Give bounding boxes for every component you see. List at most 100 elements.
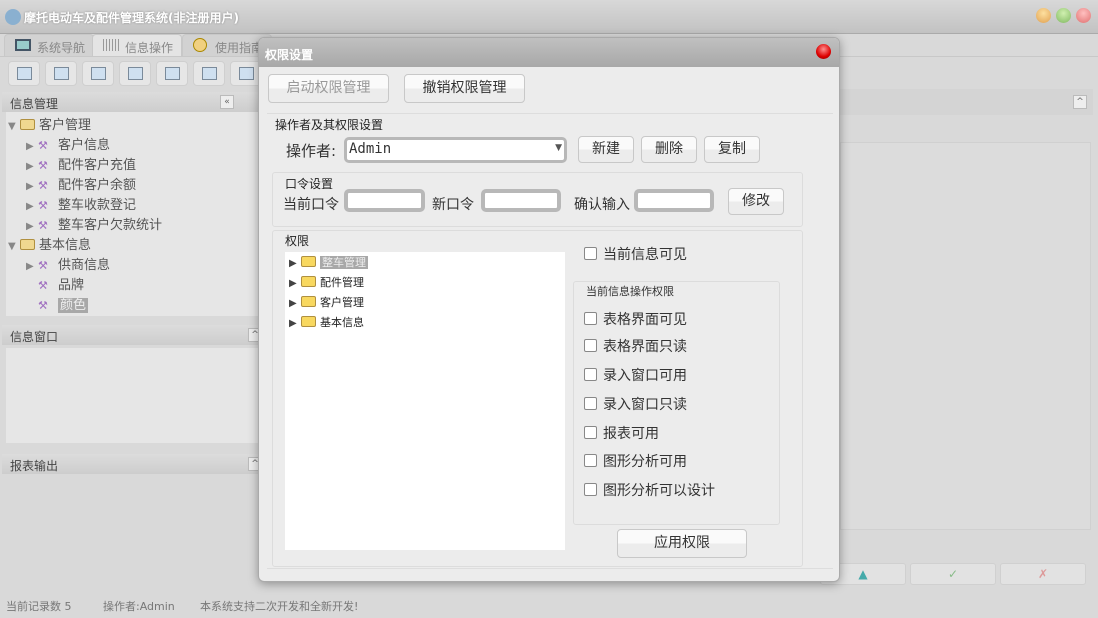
tree-item[interactable]: ⚒ 品牌 (26, 274, 84, 294)
tree-item[interactable]: ▶ ⚒ 配件客户充值 (26, 154, 136, 174)
checkbox-label: 报表可用 (603, 426, 659, 442)
password-group-label: 口令设置 (285, 177, 334, 191)
checkbox[interactable] (584, 483, 597, 496)
collapse-left-button[interactable]: « (220, 95, 234, 109)
folder-icon (301, 256, 316, 267)
folder-icon (20, 119, 35, 130)
tree-label: 配件客户余额 (58, 178, 137, 193)
tools-icon: ⚒ (38, 139, 48, 152)
nav-tree: ▼ 客户管理 ▶ ⚒ 客户信息 ▶ ⚒ 配件客户充值 ▶ ⚒ 配件客户余额 ▶ ⚒ 整车收款登记 ▶ ⚒ 整车客… (6, 112, 258, 316)
checkbox[interactable] (584, 368, 597, 381)
confirm-password-label: 确认输入 (574, 197, 630, 213)
checkbox[interactable] (584, 312, 597, 325)
collapse-arrow-icon[interactable]: ▶ (26, 221, 38, 232)
tree-folder[interactable]: ▼ 客户管理 (8, 114, 91, 134)
close-button[interactable] (1076, 8, 1091, 23)
checkbox-label: 图形分析可用 (603, 454, 687, 470)
checkbox[interactable] (584, 339, 597, 352)
permission-checkbox[interactable]: 表格界面只读 (584, 336, 687, 356)
data-grid-area (840, 142, 1091, 530)
modify-button[interactable]: 修改 (728, 188, 784, 215)
expand-arrow-icon[interactable]: ▼ (8, 241, 20, 252)
minimize-button[interactable] (1036, 8, 1051, 23)
collapse-arrow-icon[interactable]: ▶ (26, 201, 38, 212)
collapse-right-button[interactable]: ^ (1073, 95, 1087, 109)
permission-checkbox[interactable]: 图形分析可用 (584, 451, 687, 471)
checkbox-label: 表格界面可见 (603, 312, 687, 328)
collapse-arrow-icon[interactable]: ▶ (26, 261, 38, 272)
checkbox[interactable] (584, 454, 597, 467)
expand-arrow-icon[interactable]: ▶ (289, 278, 301, 289)
delete-button[interactable]: 删除 (641, 136, 697, 163)
operator-select[interactable]: Admin ▼ (344, 137, 567, 163)
revoke-permission-button[interactable]: 撤销权限管理 (404, 74, 525, 103)
toolbar-list-button[interactable] (45, 61, 77, 86)
ops-group-label: 当前信息操作权限 (586, 285, 674, 298)
confirm-password-input[interactable] (634, 189, 714, 212)
help-icon (193, 38, 207, 52)
tree-label: 基本信息 (320, 316, 364, 329)
tree-folder[interactable]: ▼ 基本信息 (8, 234, 91, 254)
folder-icon (301, 296, 316, 307)
checkbox-label: 录入窗口可用 (603, 368, 687, 384)
checkbox[interactable] (584, 397, 597, 410)
new-button[interactable]: 新建 (578, 136, 634, 163)
checkbox-label: 录入窗口只读 (603, 397, 687, 413)
confirm-button[interactable]: ✓ (910, 563, 996, 585)
toolbar-window-button[interactable] (156, 61, 188, 86)
perm-tree-folder[interactable]: ▶ 配件管理 (289, 274, 364, 294)
expand-arrow-icon[interactable]: ▶ (289, 318, 301, 329)
permission-group-label: 权限 (285, 234, 310, 248)
operator-value: Admin (349, 141, 392, 157)
print-icon (239, 67, 254, 80)
permission-checkbox[interactable]: 录入窗口可用 (584, 365, 687, 385)
cancel-button[interactable]: ✗ (1000, 563, 1086, 585)
tree-item[interactable]: ▶ ⚒ 供商信息 (26, 254, 110, 274)
perm-tree-folder[interactable]: ▶ 整车管理 (289, 254, 368, 274)
tree-item[interactable]: ▶ ⚒ 客户信息 (26, 134, 110, 154)
expand-arrow-icon[interactable]: ▶ (289, 258, 301, 269)
visible-checkbox[interactable]: 当前信息可见 (584, 244, 687, 264)
checkbox[interactable] (584, 426, 597, 439)
right-panel-header (840, 89, 1093, 115)
tab-label: 信息操作 (125, 41, 174, 55)
toolbar-search-button[interactable] (8, 61, 40, 86)
tree-item[interactable]: ▶ ⚒ 整车客户欠款统计 (26, 214, 162, 234)
checkbox-label: 图形分析可以设计 (603, 483, 715, 499)
current-password-input[interactable] (344, 189, 425, 212)
tree-item[interactable]: ▶ ⚒ 整车收款登记 (26, 194, 136, 214)
new-password-input[interactable] (481, 189, 561, 212)
tab-info-ops[interactable]: 信息操作 (92, 34, 183, 56)
tree-label: 供商信息 (58, 258, 111, 273)
collapse-arrow-icon[interactable]: ▶ (26, 141, 38, 152)
list-icon (54, 67, 69, 80)
perm-tree-folder[interactable]: ▶ 客户管理 (289, 294, 364, 314)
new-password-label: 新口令 (432, 197, 474, 213)
folder-icon (301, 316, 316, 327)
expand-arrow-icon[interactable]: ▶ (289, 298, 301, 309)
permission-checkbox[interactable]: 录入窗口只读 (584, 394, 687, 414)
apply-permission-button[interactable]: 应用权限 (617, 529, 747, 558)
app-title: 摩托电动车及配件管理系统(非注册用户) (24, 11, 239, 25)
toolbar-user-button[interactable] (119, 61, 151, 86)
collapse-arrow-icon[interactable]: ▶ (26, 161, 38, 172)
tab-system-nav[interactable]: 系统导航 (4, 34, 95, 56)
permission-checkbox[interactable]: 报表可用 (584, 423, 659, 443)
window-icon (165, 67, 180, 80)
expand-arrow-icon[interactable]: ▼ (8, 121, 20, 132)
copy-button[interactable]: 复制 (704, 136, 760, 163)
tree-item[interactable]: ⚒ 颜色 (26, 294, 89, 314)
perm-tree-folder[interactable]: ▶ 基本信息 (289, 314, 364, 334)
maximize-button[interactable] (1056, 8, 1071, 23)
start-permission-button[interactable]: 启动权限管理 (268, 74, 389, 103)
permission-checkbox[interactable]: 表格界面可见 (584, 309, 687, 329)
panel-title: 信息窗口 (10, 330, 59, 344)
collapse-arrow-icon[interactable]: ▶ (26, 181, 38, 192)
toolbar-document-button[interactable] (82, 61, 114, 86)
toolbar-add-button[interactable] (193, 61, 225, 86)
permission-checkbox[interactable]: 图形分析可以设计 (584, 480, 715, 500)
monitor-icon (15, 39, 31, 51)
checkbox[interactable] (584, 247, 597, 260)
dialog-close-button[interactable] (816, 44, 831, 59)
tree-item[interactable]: ▶ ⚒ 配件客户余额 (26, 174, 136, 194)
